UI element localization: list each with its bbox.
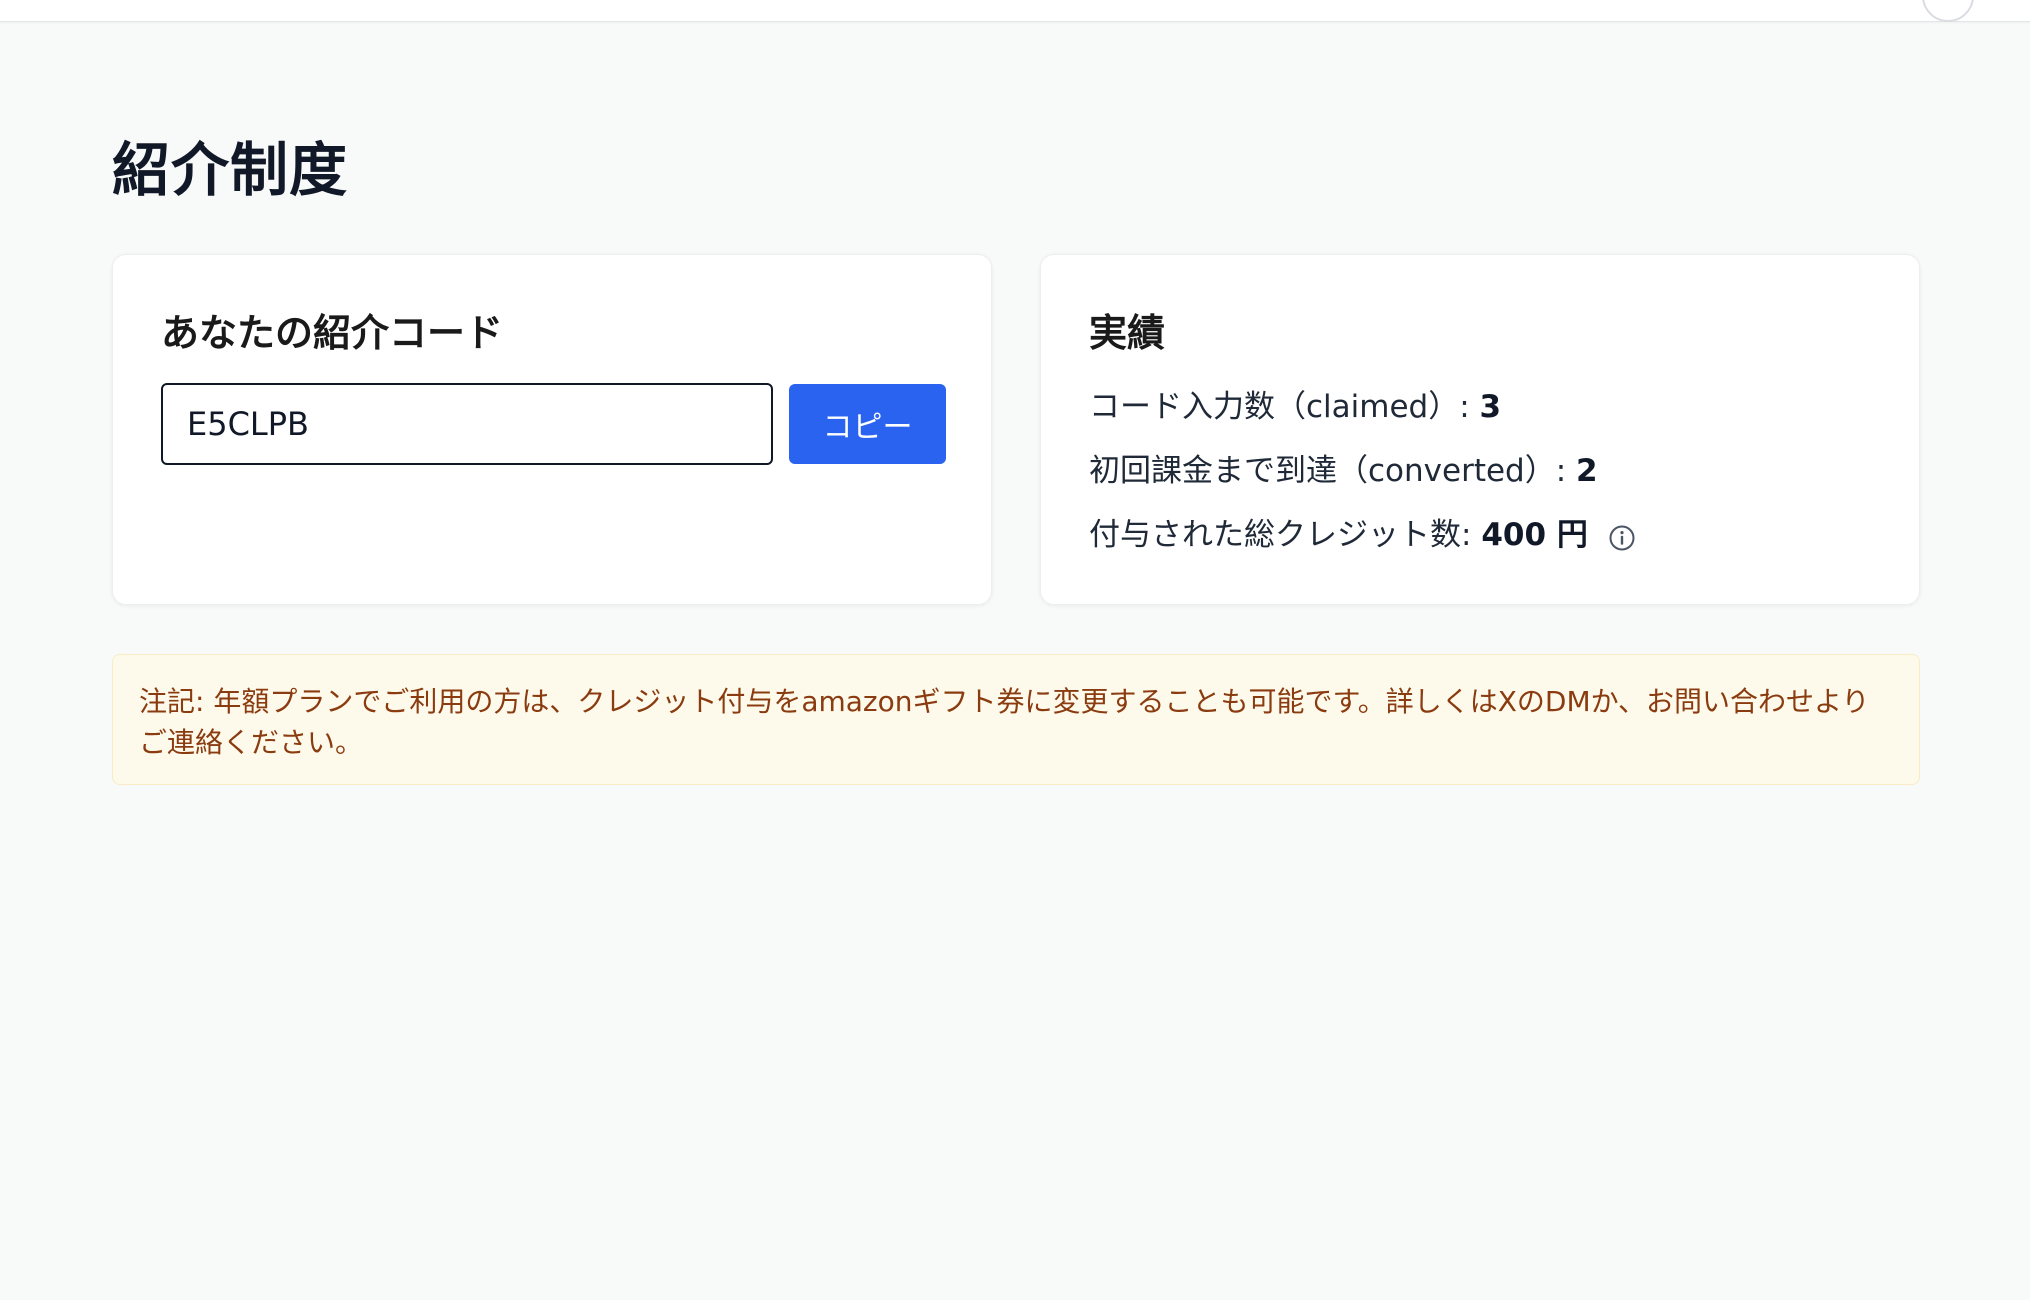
claimed-label: コード入力数（claimed）:: [1089, 389, 1480, 425]
claimed-value: 3: [1479, 389, 1502, 425]
converted-label: 初回課金まで到達（converted）:: [1089, 453, 1577, 489]
converted-value: 2: [1576, 453, 1598, 489]
referral-code-card: あなたの紹介コード コピー: [112, 254, 992, 605]
notice-text: 注記: 年額プランでご利用の方は、クレジット付与をamazonギフト券に変更する…: [139, 685, 1870, 759]
converted-stat: 初回課金まで到達（converted）: 2: [1089, 449, 1598, 493]
notice-banner: 注記: 年額プランでご利用の方は、クレジット付与をamazonギフト券に変更する…: [112, 654, 1920, 785]
claimed-stat: コード入力数（claimed）: 3: [1089, 385, 1501, 429]
info-circle-icon[interactable]: [1608, 520, 1636, 550]
credits-value: 400 円: [1481, 517, 1588, 553]
referral-code-field[interactable]: [161, 383, 773, 465]
stats-card-title: 実績: [1089, 311, 1166, 355]
user-avatar[interactable]: [1922, 0, 1974, 22]
referral-code-card-title: あなたの紹介コード: [161, 311, 504, 355]
credits-stat: 付与された総クレジット数: 400 円: [1089, 513, 1636, 557]
page-title: 紹介制度: [112, 136, 349, 204]
top-navigation-bar: [0, 0, 2030, 22]
stats-card: 実績 コード入力数（claimed）: 3 初回課金まで到達（converted…: [1040, 254, 1920, 605]
copy-button[interactable]: コピー: [789, 384, 946, 464]
credits-label: 付与された総クレジット数:: [1089, 517, 1482, 553]
